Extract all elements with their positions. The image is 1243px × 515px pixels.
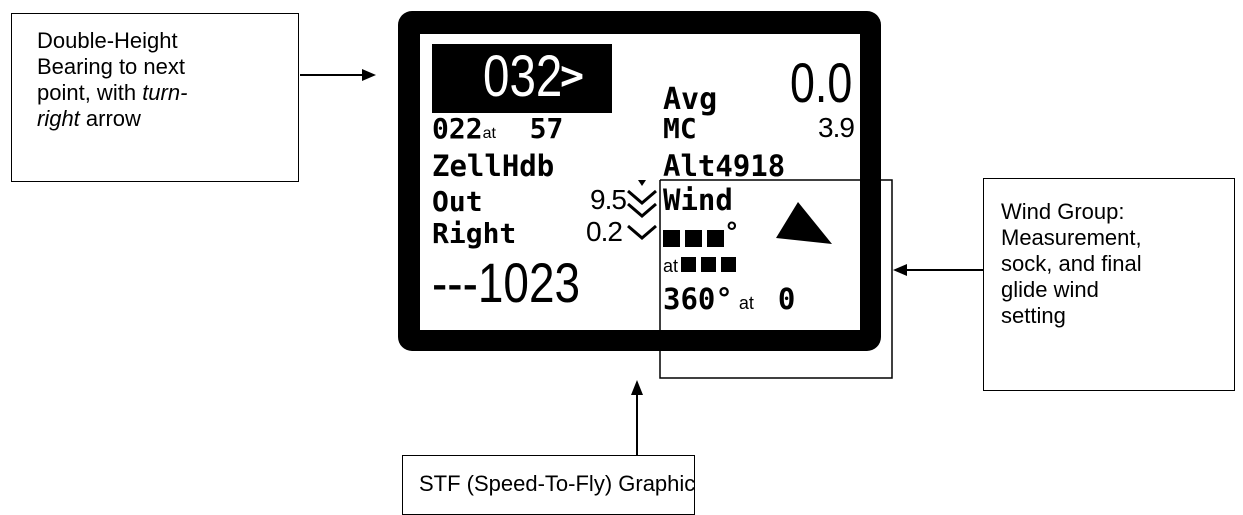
wind-pointer-arrowhead <box>893 264 907 276</box>
annotation-graphics <box>300 69 983 455</box>
stf-chevron <box>627 224 657 240</box>
bearing-pointer-arrowhead <box>362 69 376 81</box>
stf-pointer-arrowhead <box>631 380 643 395</box>
stf-chevrons <box>627 180 657 240</box>
wind-group-bracket <box>659 179 893 379</box>
stf-chevron <box>627 202 657 218</box>
wind-sock-icon <box>776 202 832 244</box>
stf-chevron-dot <box>638 180 646 186</box>
stf-chevron <box>627 189 657 205</box>
